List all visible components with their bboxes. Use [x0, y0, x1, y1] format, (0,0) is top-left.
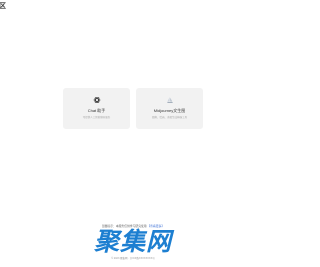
- app-card-description: 图像、绘画、多图生成神器工具: [151, 116, 187, 119]
- page-title: 社区: [0, 3, 6, 10]
- app-card-description: 可提供人工智能聊天服务: [82, 116, 111, 119]
- site-logo-watermark: 聚集网: [93, 228, 172, 256]
- app-card-chat[interactable]: Chat 助手 可提供人工智能聊天服务: [63, 88, 130, 129]
- sailboat-icon: [166, 97, 173, 103]
- app-card-title: Midjourney文生图: [153, 108, 186, 113]
- footer-copyright: © 2023 聚集网 · 京ICP备XXXXXXXX号: [111, 257, 155, 260]
- app-card-midjourney[interactable]: Midjourney文生图 图像、绘画、多图生成神器工具: [136, 88, 203, 129]
- openai-icon: [93, 97, 100, 103]
- app-card-title: Chat 助手: [87, 108, 106, 113]
- page: 社区 Chat 助手 可提供人工智能聊天服务 Midjourney文生图 图像、…: [0, 0, 266, 267]
